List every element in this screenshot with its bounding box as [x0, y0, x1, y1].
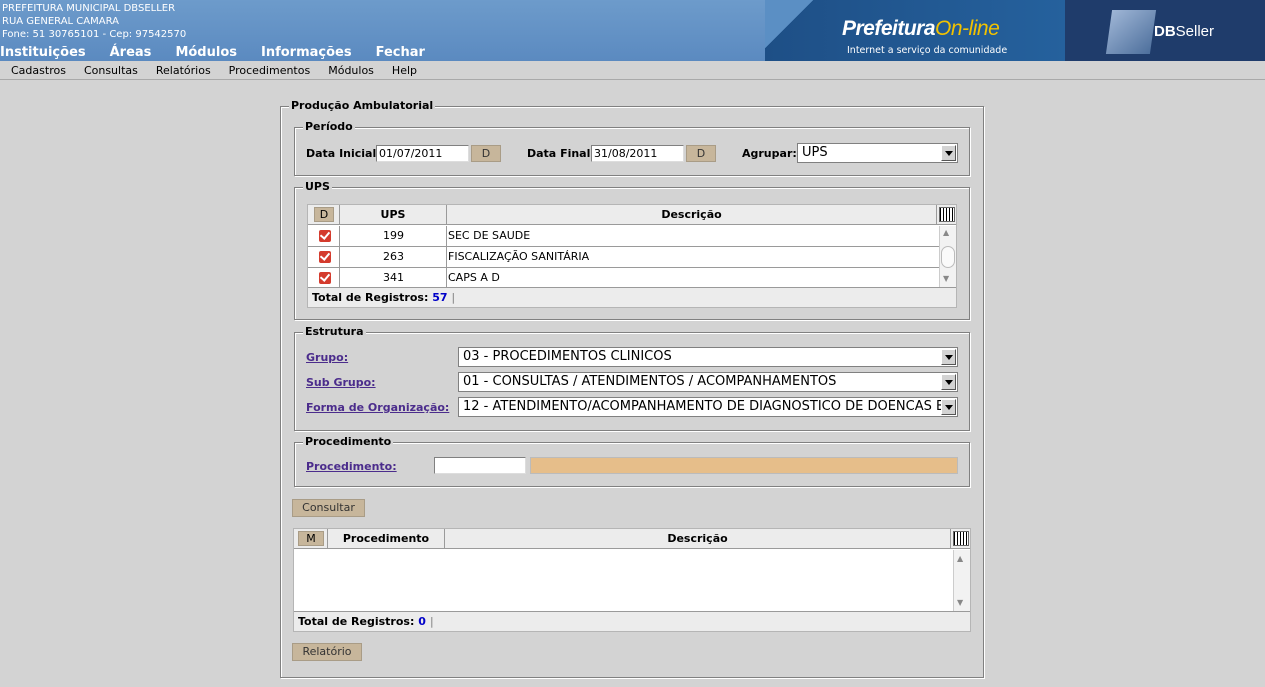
forma-organizacao-select[interactable]: 12 - ATENDIMENTO/ACOMPANHAMENTO DE DIAGN…: [458, 397, 958, 417]
forma-organizacao-link[interactable]: Forma de Organização:: [306, 401, 449, 414]
table-row[interactable]: 263 FISCALIZAÇÃO SANITÁRIA: [308, 247, 939, 268]
scroll-up-icon[interactable]: ▲: [943, 228, 949, 237]
data-final-input[interactable]: 31/08/2011: [591, 145, 684, 162]
dbseller-logo-icon: [1105, 10, 1157, 54]
result-descricao-col-header: Descrição: [445, 529, 951, 549]
scroll-down-icon[interactable]: ▼: [957, 598, 963, 607]
menu-modulos[interactable]: Módulos: [328, 64, 374, 77]
table-row[interactable]: 199 SEC DE SAUDE: [308, 226, 939, 247]
menu-help[interactable]: Help: [392, 64, 417, 77]
agrupar-select[interactable]: UPS: [797, 143, 958, 163]
menu-bar: Cadastros Consultas Relatórios Procedime…: [0, 61, 1265, 80]
menu-procedimentos[interactable]: Procedimentos: [229, 64, 311, 77]
consultar-button[interactable]: Consultar: [292, 499, 365, 517]
periodo-legend: Período: [303, 120, 355, 133]
ups-legend: UPS: [303, 180, 332, 193]
row-checkbox[interactable]: [319, 230, 331, 242]
procedimento-code-input[interactable]: [434, 457, 526, 474]
data-inicial-calendar-button[interactable]: D: [471, 145, 501, 162]
menu-consultas[interactable]: Consultas: [84, 64, 138, 77]
org-contact: Fone: 51 30765101 - Cep: 97542570: [2, 29, 187, 40]
ups-total-count: 57: [432, 291, 448, 304]
org-address: RUA GENERAL CAMARA: [2, 16, 119, 27]
grid-columns-icon[interactable]: [953, 531, 969, 546]
menu-cadastros[interactable]: Cadastros: [11, 64, 66, 77]
row-checkbox[interactable]: [319, 251, 331, 263]
procedimento-legend: Procedimento: [303, 435, 394, 448]
ups-select-all-button[interactable]: D: [314, 207, 334, 222]
procedimento-link[interactable]: Procedimento:: [306, 460, 397, 473]
relatorio-button[interactable]: Relatório: [292, 643, 362, 661]
agrupar-label: Agrupar:: [742, 147, 797, 160]
nav-modulos[interactable]: Módulos: [175, 45, 237, 60]
ups-grid-header: D UPS Descrição: [308, 205, 956, 225]
procedimento-description-field: [530, 457, 958, 474]
result-total-count: 0: [418, 615, 426, 628]
nav-informacoes[interactable]: Informações: [261, 45, 352, 60]
prefeitura-online-logo: PrefeituraOn-line: [842, 17, 1000, 40]
dbseller-logo: DBSeller: [1065, 0, 1265, 61]
scroll-thumb[interactable]: [941, 246, 955, 268]
result-grid-scrollbar[interactable]: ▲ ▼: [953, 550, 970, 611]
chevron-down-icon: [941, 145, 956, 161]
chevron-down-icon: [941, 399, 956, 415]
data-inicial-input[interactable]: 01/07/2011: [376, 145, 469, 162]
ups-col-header: UPS: [340, 205, 447, 225]
ups-grid-scrollbar[interactable]: ▲ ▼: [939, 226, 956, 287]
table-row[interactable]: 341 CAPS A D: [308, 268, 939, 287]
data-inicial-label: Data Inicial:: [306, 147, 381, 160]
sub-grupo-link[interactable]: Sub Grupo:: [306, 376, 376, 389]
scroll-up-icon[interactable]: ▲: [957, 554, 963, 563]
data-final-calendar-button[interactable]: D: [686, 145, 716, 162]
mark-all-button[interactable]: M: [298, 531, 324, 546]
ups-grid: D UPS Descrição 199 SEC DE SAUDE 263 FIS…: [307, 204, 957, 308]
estrutura-legend: Estrutura: [303, 325, 366, 338]
prefeitura-online-banner: PrefeituraOn-line Internet a serviço da …: [765, 0, 1065, 61]
descricao-col-header: Descrição: [447, 205, 937, 225]
chevron-down-icon: [941, 349, 956, 365]
data-final-label: Data Final:: [527, 147, 595, 160]
grupo-select[interactable]: 03 - PROCEDIMENTOS CLINICOS: [458, 347, 958, 367]
result-grid-header: M Procedimento Descrição: [294, 529, 970, 549]
nav-areas[interactable]: Áreas: [110, 45, 152, 60]
org-name: PREFEITURA MUNICIPAL DBSELLER: [2, 3, 176, 14]
sub-grupo-select[interactable]: 01 - CONSULTAS / ATENDIMENTOS / ACOMPANH…: [458, 372, 958, 392]
row-checkbox[interactable]: [319, 272, 331, 284]
app-header: PREFEITURA MUNICIPAL DBSELLER RUA GENERA…: [0, 0, 1265, 61]
procedimentos-result-grid: M Procedimento Descrição ▲ ▼ Total de Re…: [293, 528, 971, 632]
scroll-down-icon[interactable]: ▼: [943, 274, 949, 283]
form-title: Produção Ambulatorial: [289, 99, 436, 112]
nav-fechar[interactable]: Fechar: [376, 45, 425, 60]
grupo-link[interactable]: Grupo:: [306, 351, 348, 364]
menu-relatorios[interactable]: Relatórios: [156, 64, 211, 77]
procedimento-col-header: Procedimento: [328, 529, 445, 549]
organization-info: PREFEITURA MUNICIPAL DBSELLER RUA GENERA…: [2, 2, 186, 41]
top-navigation: Instituições Áreas Módulos Informações F…: [0, 45, 449, 60]
banner-tagline: Internet a serviço da comunidade: [847, 45, 1008, 56]
result-grid-footer: Total de Registros: 0 |: [294, 611, 970, 631]
ups-grid-footer: Total de Registros: 57 |: [308, 287, 956, 307]
grid-columns-icon[interactable]: [939, 207, 955, 222]
nav-instituicoes[interactable]: Instituições: [0, 45, 86, 60]
chevron-down-icon: [941, 374, 956, 390]
